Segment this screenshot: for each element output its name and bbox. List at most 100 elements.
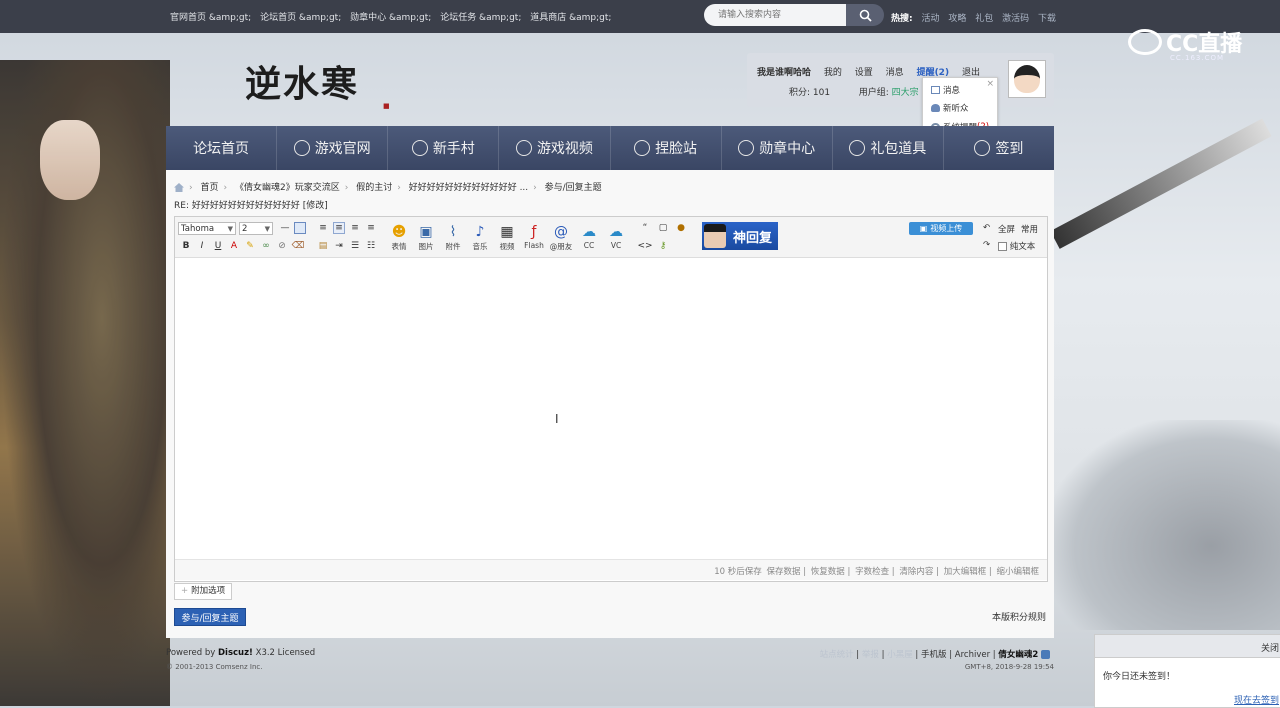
flash-button[interactable]: ƒ Flash xyxy=(522,223,546,250)
search-input[interactable] xyxy=(704,4,846,26)
align-justify-icon[interactable]: ≡ xyxy=(333,222,345,234)
hot-item-guide[interactable]: 攻略 xyxy=(948,14,966,24)
nav-signin[interactable]: 签到 xyxy=(944,126,1054,170)
nav-video[interactable]: 游戏视频 xyxy=(499,126,611,170)
undo-icon[interactable]: ↶ xyxy=(983,223,990,233)
quote-icon[interactable]: “ xyxy=(639,222,651,234)
save-data-link[interactable]: 保存数据 xyxy=(767,567,801,577)
redo-icon[interactable]: ↷ xyxy=(983,240,990,250)
fullscreen-button[interactable]: 全屏 xyxy=(998,223,1015,235)
signin-close-button[interactable]: 关闭 xyxy=(1261,641,1279,654)
font-family-select[interactable]: Tahoma ▼ xyxy=(178,222,236,235)
nav-official-site[interactable]: 游戏官网 xyxy=(277,126,389,170)
remind-item-followers[interactable]: 新听众 xyxy=(931,102,969,114)
table-button[interactable] xyxy=(294,222,306,234)
close-icon[interactable]: × xyxy=(986,79,994,89)
footer-report-link[interactable]: 举报 xyxy=(862,650,879,660)
restore-data-link[interactable]: 恢复数据 xyxy=(811,567,845,577)
hot-item-gift[interactable]: 礼包 xyxy=(975,14,993,24)
footer-stats-link[interactable]: 站点统计 xyxy=(820,650,854,660)
bg-color-icon[interactable]: ● xyxy=(675,222,687,234)
clear-format-icon[interactable]: ⌫ xyxy=(292,240,305,252)
enlarge-editor-link[interactable]: 加大编辑框 xyxy=(944,567,987,577)
discuz-link[interactable]: Discuz! xyxy=(218,648,253,658)
signin-now-link[interactable]: 现在去签到 xyxy=(1234,693,1279,706)
clear-content-link[interactable]: 清除内容 xyxy=(899,567,933,577)
nav-forum-home[interactable]: 论坛首页 xyxy=(166,126,278,170)
shrink-editor-link[interactable]: 缩小编辑框 xyxy=(996,567,1039,577)
user-link-mine[interactable]: 我的 xyxy=(824,68,842,78)
top-nav-medals[interactable]: 勋章中心 &amp;gt; xyxy=(350,13,431,23)
search-button[interactable] xyxy=(846,4,884,26)
underline-button[interactable]: U xyxy=(212,240,224,252)
breadcrumb-subboard[interactable]: 假的主讨 xyxy=(356,183,392,193)
reply-subject[interactable]: RE: 好好好好好好好好好好好好 [修改] xyxy=(174,198,328,211)
hot-item-activity[interactable]: 活动 xyxy=(921,14,939,24)
user-link-messages[interactable]: 消息 xyxy=(886,68,904,78)
user-link-settings[interactable]: 设置 xyxy=(855,68,873,78)
upload-video-button[interactable]: ▣ 视频上传 xyxy=(909,222,973,235)
credits[interactable]: 积分: 101 xyxy=(789,88,830,98)
hr-button[interactable]: — xyxy=(279,222,291,234)
unlink-icon[interactable]: ⊘ xyxy=(276,240,288,252)
free-icon[interactable]: ▢ xyxy=(657,222,669,234)
nav-medals[interactable]: 勋章中心 xyxy=(722,126,833,170)
breadcrumb-board[interactable]: 《倩女幽魂2》玩家交流区 xyxy=(235,183,340,193)
breadcrumb-home[interactable]: 首页 xyxy=(200,183,218,193)
home-icon[interactable] xyxy=(174,183,184,192)
avatar[interactable] xyxy=(1008,60,1046,98)
nav-face[interactable]: 捏脸站 xyxy=(611,126,722,170)
unordered-list-icon[interactable]: ☷ xyxy=(365,240,377,252)
credit-rules-link[interactable]: 本版积分规则 xyxy=(992,610,1046,623)
nav-newbie[interactable]: 新手村 xyxy=(388,126,500,170)
remind-item-messages[interactable]: 消息 xyxy=(931,84,960,96)
site-logo[interactable]: 逆水寒 ■ xyxy=(245,55,390,110)
breadcrumb-thread[interactable]: 好好好好好好好好好好好好 ... xyxy=(409,183,528,193)
font-size-select[interactable]: 2 ▼ xyxy=(239,222,273,235)
float-image-icon[interactable]: ▤ xyxy=(317,240,329,252)
extra-options-toggle[interactable]: + 附加选项 xyxy=(174,583,233,600)
word-check-link[interactable]: 字数检查 xyxy=(855,567,889,577)
top-nav-shop[interactable]: 道具商店 &amp;gt; xyxy=(530,13,611,23)
music-button[interactable]: ♪ 音乐 xyxy=(468,223,492,252)
image-button[interactable]: ▣ 图片 xyxy=(414,223,438,252)
italic-button[interactable]: I xyxy=(196,240,208,252)
password-icon[interactable]: ⚷ xyxy=(657,240,669,252)
top-nav-tasks[interactable]: 论坛任务 &amp;gt; xyxy=(440,13,521,23)
bold-button[interactable]: B xyxy=(180,240,192,252)
attachment-button[interactable]: ⌇ 附件 xyxy=(441,223,465,252)
align-center-icon[interactable]: ≡ xyxy=(349,222,361,234)
footer-blackroom-link[interactable]: 小黑屋 xyxy=(887,650,913,660)
emoji-button[interactable]: ☻ 表情 xyxy=(387,223,411,252)
user-group[interactable]: 四大宗 xyxy=(892,88,919,98)
align-right-icon[interactable]: ≡ xyxy=(365,222,377,234)
footer-archiver-link[interactable]: Archiver xyxy=(955,650,990,660)
at-friend-button[interactable]: @ @朋友 xyxy=(549,223,573,252)
common-button[interactable]: 常用 xyxy=(1021,223,1038,235)
hot-item-download[interactable]: 下载 xyxy=(1038,14,1056,24)
top-nav-official[interactable]: 官网首页 &amp;gt; xyxy=(170,13,251,23)
nav-gifts[interactable]: 礼包道具 xyxy=(833,126,944,170)
align-left-icon[interactable]: ≡ xyxy=(317,222,329,234)
highlight-icon[interactable]: ✎ xyxy=(244,240,256,252)
font-color-button[interactable]: A xyxy=(228,240,240,252)
cc-button[interactable]: ☁ CC xyxy=(577,223,601,250)
editor-text-area[interactable]: I xyxy=(175,258,1047,560)
plaintext-checkbox[interactable] xyxy=(998,242,1007,251)
footer-site-name[interactable]: 倩女幽魂2 xyxy=(998,650,1038,660)
vc-button[interactable]: ☁ VC xyxy=(604,223,628,250)
hot-item-code[interactable]: 激活码 xyxy=(1002,14,1029,24)
smile-icon: ☻ xyxy=(391,224,407,240)
link-icon[interactable]: ∞ xyxy=(260,240,272,252)
ordered-list-icon[interactable]: ☰ xyxy=(349,240,361,252)
video-button[interactable]: ▦ 视频 xyxy=(495,223,519,252)
username[interactable]: 我是谁啊哈哈 xyxy=(757,68,811,78)
shenhui-button[interactable]: 神回复 xyxy=(702,222,778,250)
footer-mobile-link[interactable]: 手机版 xyxy=(921,650,947,660)
hot-search-label: 热搜: xyxy=(891,14,913,24)
code-icon[interactable]: <> xyxy=(637,240,652,252)
indent-icon[interactable]: ⇥ xyxy=(333,240,345,252)
submit-reply-button[interactable]: 参与/回复主题 xyxy=(174,608,246,626)
plaintext-toggle[interactable]: 纯文本 xyxy=(998,240,1035,252)
top-nav-forum[interactable]: 论坛首页 &amp;gt; xyxy=(260,13,341,23)
